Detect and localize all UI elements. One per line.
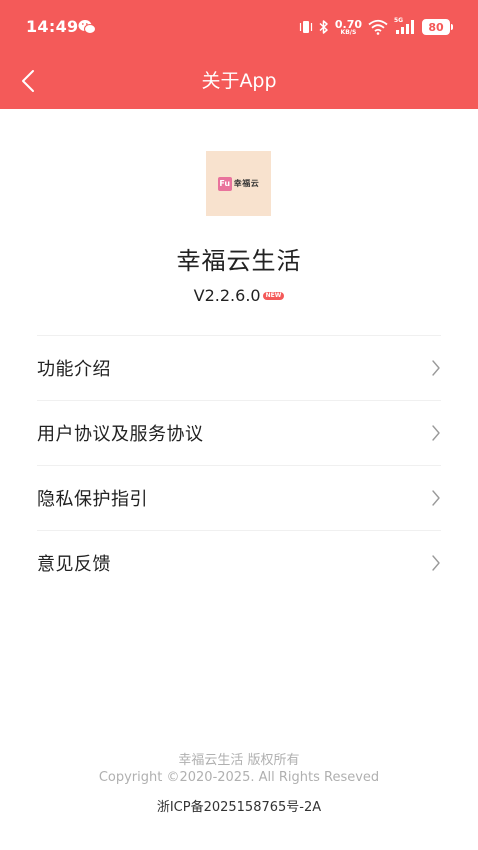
app-name: 幸福云生活	[176, 247, 302, 275]
status-time: 14:49	[26, 17, 79, 36]
chevron-right-icon	[432, 425, 440, 441]
signal-icon: 5G	[394, 17, 416, 35]
menu-item-label: 隐私保护指引	[37, 489, 148, 510]
copyright-owner: 幸福云生活 版权所有	[178, 753, 300, 768]
status-icons: 0.70 KB/S 5G 80	[299, 17, 453, 37]
app-logo: Fu 幸福云	[206, 151, 271, 216]
menu-item-privacy-guide[interactable]: 隐私保护指引	[37, 466, 441, 531]
chevron-right-icon	[432, 360, 440, 376]
logo-text: 幸福云	[233, 179, 260, 188]
app-version: V2.2.6.0	[193, 286, 261, 305]
bluetooth-icon	[319, 19, 329, 35]
footer: 幸福云生活 版权所有 Copyright ©2020-2025. All Rig…	[0, 752, 478, 817]
chevron-right-icon	[432, 490, 440, 506]
icp-license[interactable]: 浙ICP备2025158765号-2A	[0, 799, 478, 817]
menu-item-label: 用户协议及服务协议	[37, 424, 204, 445]
wechat-notification-icon	[78, 19, 96, 35]
menu-item-user-agreement[interactable]: 用户协议及服务协议	[37, 401, 441, 466]
menu-item-feedback[interactable]: 意见反馈	[37, 531, 441, 595]
chevron-right-icon	[432, 555, 440, 571]
copyright-notice: Copyright ©2020-2025. All Rights Reseved	[98, 770, 380, 785]
logo-mark: Fu	[217, 176, 232, 191]
app-header: 14:49 0.70 KB/S 5G 80 关于App	[0, 0, 478, 109]
battery-indicator: 80	[422, 19, 453, 35]
wifi-icon	[368, 19, 388, 35]
vibrate-icon	[299, 19, 313, 35]
new-badge: NEW	[262, 291, 285, 300]
page-title: 关于App	[201, 70, 277, 92]
status-bar: 14:49 0.70 KB/S 5G 80	[0, 0, 478, 56]
network-speed: 0.70 KB/S	[334, 17, 362, 36]
menu-item-feature-intro[interactable]: 功能介绍	[37, 336, 441, 401]
menu-item-label: 意见反馈	[37, 554, 111, 575]
menu-item-label: 功能介绍	[37, 359, 111, 380]
about-menu: 功能介绍 用户协议及服务协议 隐私保护指引 意见反馈	[37, 335, 441, 595]
version-row: V2.2.6.0 NEW	[0, 286, 478, 305]
